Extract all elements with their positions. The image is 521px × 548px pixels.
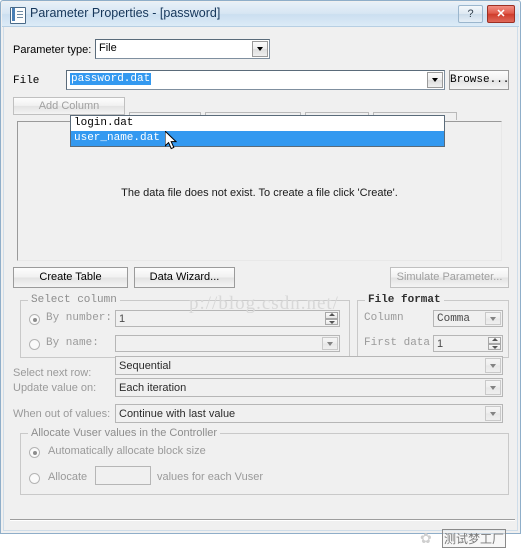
update-value-on-value: Each iteration bbox=[119, 382, 187, 394]
parameter-type-combo[interactable]: File bbox=[95, 39, 270, 59]
chevron-down-icon[interactable] bbox=[485, 358, 501, 373]
by-name-combo[interactable] bbox=[115, 335, 340, 352]
by-name-radio[interactable] bbox=[29, 339, 40, 350]
chevron-down-icon[interactable] bbox=[485, 380, 501, 395]
update-value-on-combo[interactable]: Each iteration bbox=[115, 378, 503, 397]
auto-allocate-label: Automatically allocate block size bbox=[48, 445, 206, 457]
wechat-icon: ✿ bbox=[420, 530, 432, 546]
chevron-down-icon[interactable] bbox=[252, 41, 268, 57]
manual-allocate-radio[interactable] bbox=[29, 473, 40, 484]
select-next-row-label: Select next row: bbox=[13, 367, 92, 379]
close-button[interactable]: ✕ bbox=[487, 5, 515, 23]
file-dropdown-list[interactable]: login.dat user_name.dat bbox=[70, 115, 445, 147]
file-format-column-value: Comma bbox=[437, 313, 471, 325]
select-column-legend: Select column bbox=[28, 294, 120, 306]
chevron-down-icon[interactable] bbox=[485, 406, 501, 421]
by-number-value: 1 bbox=[119, 313, 126, 325]
dialog-client-area: Parameter type: File File password.dat B… bbox=[5, 29, 516, 548]
help-button[interactable]: ? bbox=[458, 5, 483, 23]
data-panel-message: The data file does not exist. To create … bbox=[121, 187, 398, 199]
chevron-down-icon[interactable] bbox=[322, 337, 338, 350]
parameter-type-value: File bbox=[99, 42, 117, 54]
select-next-row-value: Sequential bbox=[119, 360, 171, 372]
file-format-first-data-label: First data bbox=[364, 337, 431, 349]
add-column-button[interactable]: Add Column bbox=[13, 97, 125, 115]
file-format-first-data-spinner[interactable]: 1 bbox=[433, 335, 503, 352]
wechat-watermark-text: 测试梦工厂 bbox=[442, 529, 507, 548]
manual-allocate-suffix: values for each Vuser bbox=[157, 471, 263, 483]
manual-allocate-label: Allocate bbox=[48, 471, 88, 483]
allocate-vuser-legend: Allocate Vuser values in the Controller bbox=[28, 427, 221, 439]
chevron-down-icon[interactable] bbox=[427, 72, 443, 88]
file-format-legend: File format bbox=[365, 294, 444, 306]
update-value-on-label: Update value on: bbox=[13, 382, 97, 394]
simulate-parameter-button[interactable]: Simulate Parameter... bbox=[390, 267, 509, 288]
chevron-down-icon[interactable] bbox=[485, 312, 501, 325]
by-number-radio[interactable] bbox=[29, 314, 40, 325]
footer-divider bbox=[10, 519, 515, 521]
dropdown-option-login[interactable]: login.dat bbox=[71, 116, 444, 131]
spinner-arrows-icon[interactable] bbox=[325, 312, 338, 325]
file-combo[interactable]: password.dat bbox=[66, 70, 445, 90]
file-value: password.dat bbox=[70, 73, 152, 85]
allocate-block-size-input[interactable] bbox=[95, 466, 151, 485]
browse-button[interactable]: Browse... bbox=[449, 70, 509, 90]
file-format-column-combo[interactable]: Comma bbox=[433, 310, 503, 327]
window-title: Parameter Properties - [password] bbox=[30, 6, 221, 20]
file-label: File bbox=[13, 75, 40, 87]
by-number-spinner[interactable]: 1 bbox=[115, 310, 340, 327]
when-out-of-values-label: When out of values: bbox=[13, 408, 111, 420]
data-wizard-button[interactable]: Data Wizard... bbox=[134, 267, 235, 288]
dropdown-option-user-name[interactable]: user_name.dat bbox=[71, 131, 444, 146]
when-out-of-values-value: Continue with last value bbox=[119, 408, 236, 420]
file-format-first-data-value: 1 bbox=[437, 338, 444, 350]
when-out-of-values-combo[interactable]: Continue with last value bbox=[115, 404, 503, 423]
by-name-label: By name: bbox=[46, 337, 99, 349]
file-format-column-label: Column bbox=[364, 312, 404, 324]
title-bar[interactable]: Parameter Properties - [password] ? ✕ bbox=[2, 2, 519, 27]
parameter-type-label: Parameter type: bbox=[13, 44, 92, 56]
by-number-label: By number: bbox=[46, 312, 113, 324]
create-table-button[interactable]: Create Table bbox=[13, 267, 128, 288]
parameter-file-icon bbox=[10, 7, 26, 24]
auto-allocate-radio[interactable] bbox=[29, 447, 40, 458]
spinner-arrows-icon[interactable] bbox=[488, 337, 501, 350]
parameter-properties-window: Parameter Properties - [password] ? ✕ Pa… bbox=[0, 0, 521, 548]
allocate-vuser-group: Allocate Vuser values in the Controller bbox=[20, 427, 509, 495]
select-next-row-combo[interactable]: Sequential bbox=[115, 356, 503, 375]
